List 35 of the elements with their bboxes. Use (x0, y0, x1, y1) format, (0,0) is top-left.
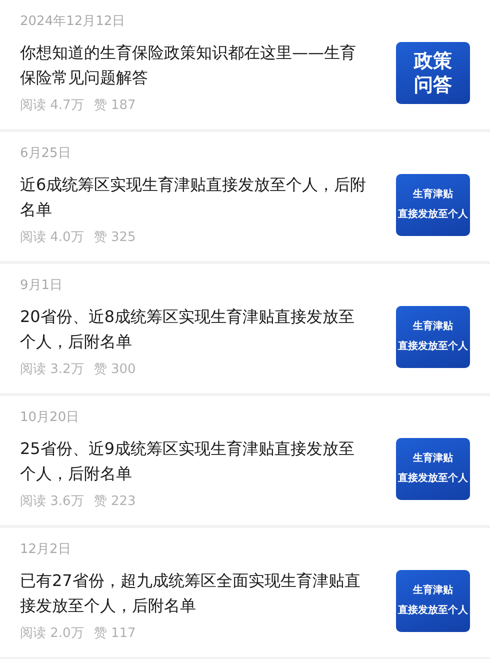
thumbnail-text: 直接发放至个人 (398, 604, 468, 618)
thumbnail-text: 直接发放至个人 (398, 340, 468, 354)
article-title: 25省份、近9成统筹区实现生育津贴直接发放至个人，后附名单 (20, 438, 356, 485)
thumbnail-text: 生育津贴 (413, 187, 453, 202)
thumbnail-text: 问答 (414, 73, 452, 97)
article-title: 近6成统筹区实现生育津贴直接发放至个人，后附名单 (20, 174, 368, 221)
like-count: 赞 117 (94, 625, 136, 642)
article-title: 你想知道的生育保险政策知识都在这里——生育保险常见问题解答 (20, 42, 357, 89)
thumbnail-text: 生育津贴 (413, 583, 453, 598)
article-card[interactable]: 6月25日 近6成统筹区实现生育津贴直接发放至个人，后附名单 阅读 4.0万 赞 325 生育津贴 直接发放至个人 (0, 132, 490, 261)
thumbnail-text: 直接发放至个人 (398, 208, 468, 222)
like-count: 赞 223 (94, 493, 136, 510)
read-count: 阅读 4.0万 (20, 229, 84, 246)
thumbnail-text: 直接发放至个人 (398, 472, 468, 486)
article-date: 2024年12月12日 (20, 13, 126, 30)
article-date: 12月2日 (20, 541, 72, 558)
article-date: 9月1日 (20, 277, 64, 294)
article-date: 10月20日 (20, 409, 80, 426)
article-date: 6月25日 (20, 145, 72, 162)
article-title: 已有27省份，超九成统筹区全面实现生育津贴直接发放至个人，后附名单 (20, 570, 362, 617)
article-card[interactable]: 12月2日 已有27省份，超九成统筹区全面实现生育津贴直接发放至个人，后附名单 阅读 2.0万 赞 117 生育津贴 直接发放至个人 (0, 528, 490, 657)
read-count: 阅读 4.7万 (20, 97, 84, 114)
like-count: 赞 187 (94, 97, 136, 114)
article-title: 20省份、近8成统筹区实现生育津贴直接发放至个人，后附名单 (20, 306, 356, 353)
article-card[interactable]: 10月20日 25省份、近9成统筹区实现生育津贴直接发放至个人，后附名单 阅读 3.6万 赞 223 生育津贴 直接发放至个人 (0, 396, 490, 525)
thumbnail-text: 生育津贴 (413, 319, 453, 334)
like-count: 赞 325 (94, 229, 136, 246)
thumbnail-text: 政策 (414, 49, 452, 73)
read-count: 阅读 2.0万 (20, 625, 84, 642)
thumbnail-text: 生育津贴 (413, 451, 453, 466)
article-card[interactable]: 2024年12月12日 你想知道的生育保险政策知识都在这里——生育保险常见问题解答 阅读 4.7万 赞 187 政策 问答 (0, 0, 490, 129)
read-count: 阅读 3.6万 (20, 493, 84, 510)
like-count: 赞 300 (94, 361, 136, 378)
article-card[interactable]: 9月1日 20省份、近8成统筹区实现生育津贴直接发放至个人，后附名单 阅读 3.2万 赞 300 生育津贴 直接发放至个人 (0, 264, 490, 393)
read-count: 阅读 3.2万 (20, 361, 84, 378)
